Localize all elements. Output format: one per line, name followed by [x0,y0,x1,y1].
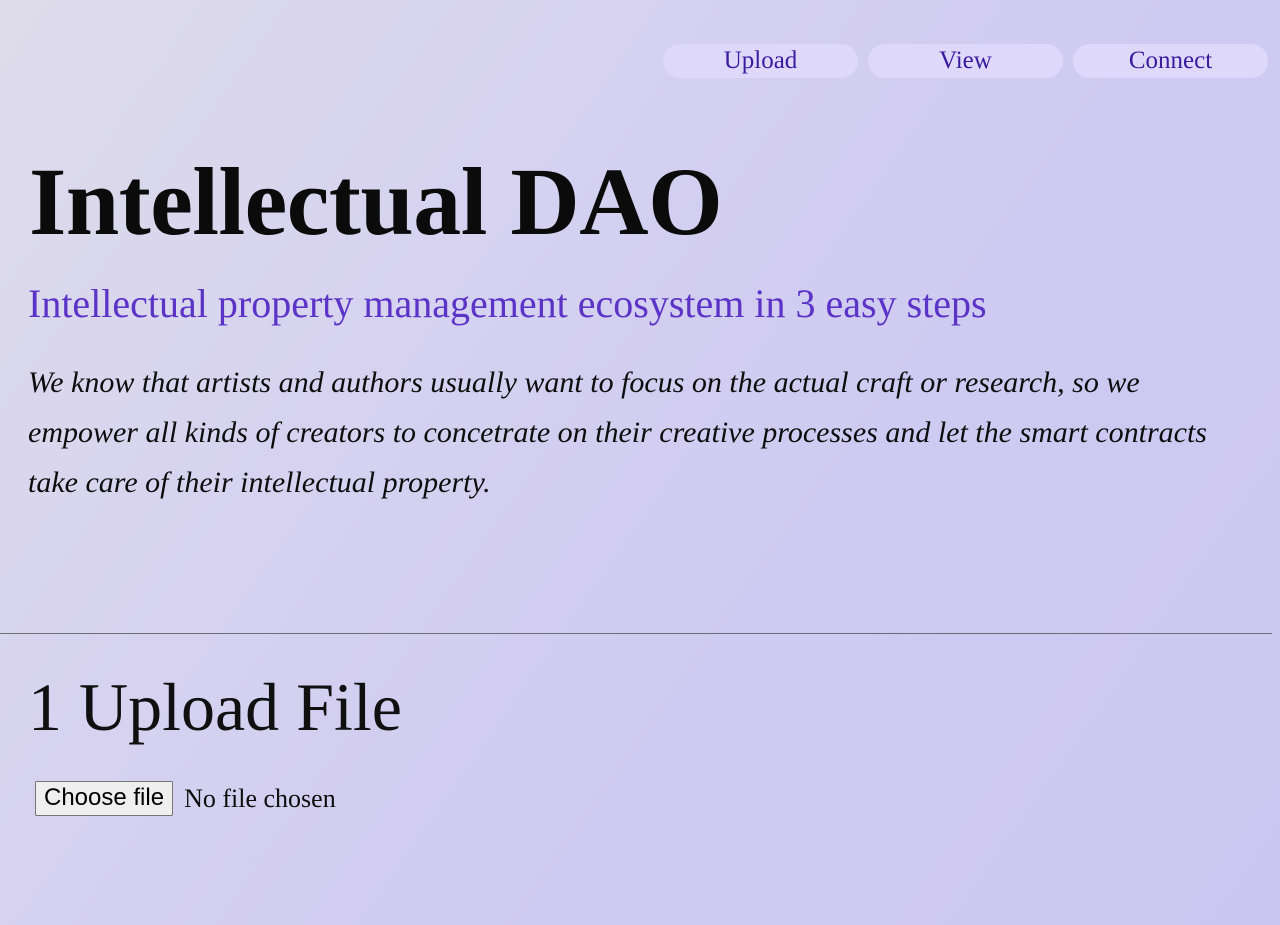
nav-view-button[interactable]: View [868,44,1063,78]
page-root: Upload View Connect Intellectual DAO Int… [0,0,1280,925]
file-input-row: Choose file No file chosen [35,781,336,816]
hero-description: We know that artists and authors usually… [28,366,1207,499]
nav-upload-button[interactable]: Upload [663,44,858,78]
choose-file-button[interactable]: Choose file [35,781,174,816]
page-title: Intellectual DAO [29,148,723,255]
upload-step-heading: 1 Upload File [28,669,402,745]
nav-connect-button[interactable]: Connect [1073,44,1268,78]
page-subtitle: Intellectual property management ecosyst… [28,281,987,326]
file-status-text: No file chosen [184,783,336,813]
upload-file-section: 1 Upload File Choose file No file chosen [0,633,1280,925]
top-navigation: Upload View Connect [0,44,1280,78]
